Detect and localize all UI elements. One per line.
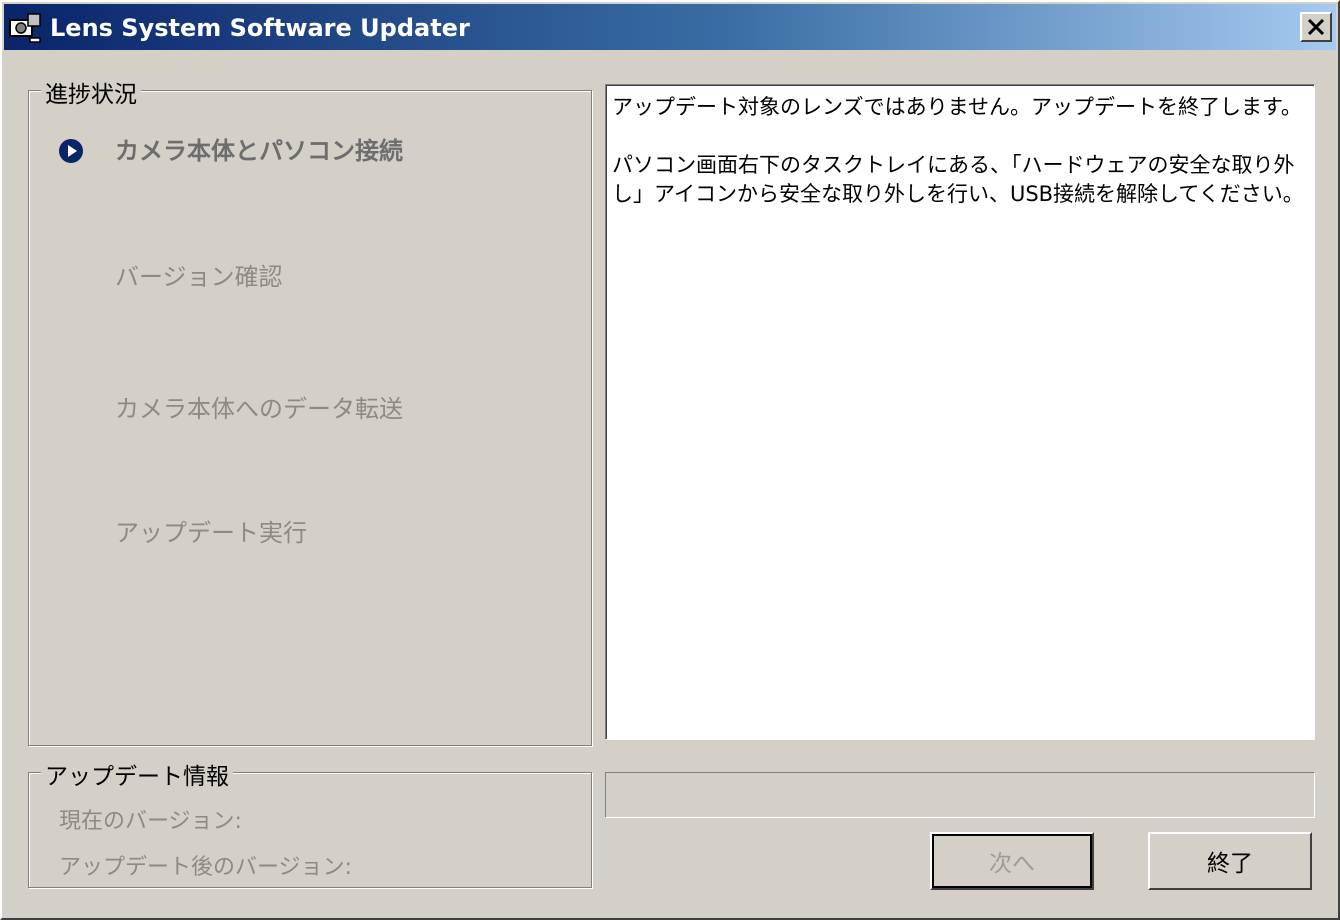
progress-group-label: 進捗状況	[41, 75, 141, 109]
progress-status-group: 進捗状況 カメラ本体とパソコン接続 バージョン確認 カメラ本体へのデータ転送 ア…	[28, 75, 592, 746]
message-line-2: パソコン画面右下のタスクトレイにある、「ハードウェアの安全な取り外し」アイコンか…	[612, 153, 1304, 206]
message-line-1: アップデート対象のレンズではありません。アップデートを終了します。	[612, 95, 1302, 119]
camera-updater-icon	[9, 13, 41, 43]
after-version-label: アップデート後のバージョン:	[59, 855, 352, 880]
step-data-transfer: カメラ本体へのデータ転送	[115, 395, 403, 423]
step-camera-connect: カメラ本体とパソコン接続	[115, 137, 403, 165]
update-progress-bar	[605, 772, 1315, 818]
step-run-update: アップデート実行	[115, 519, 307, 547]
current-version-label: 現在のバージョン:	[59, 809, 242, 834]
close-button[interactable]	[1300, 12, 1332, 42]
message-panel: アップデート対象のレンズではありません。アップデートを終了します。 パソコン画面…	[605, 84, 1315, 740]
update-info-group: アップデート情報 現在のバージョン: アップデート後のバージョン:	[28, 757, 592, 888]
step-version-check: バージョン確認	[115, 263, 283, 291]
exit-button[interactable]: 終了	[1148, 832, 1312, 890]
window-title: Lens System Software Updater	[50, 14, 470, 42]
play-circle-icon	[59, 139, 83, 163]
updater-window: Lens System Software Updater 進捗状況 カメラ本体と…	[0, 0, 1340, 920]
title-bar[interactable]: Lens System Software Updater	[4, 4, 1336, 50]
close-icon	[1307, 19, 1325, 35]
update-info-label: アップデート情報	[41, 757, 233, 791]
next-button[interactable]: 次へ	[930, 832, 1094, 890]
